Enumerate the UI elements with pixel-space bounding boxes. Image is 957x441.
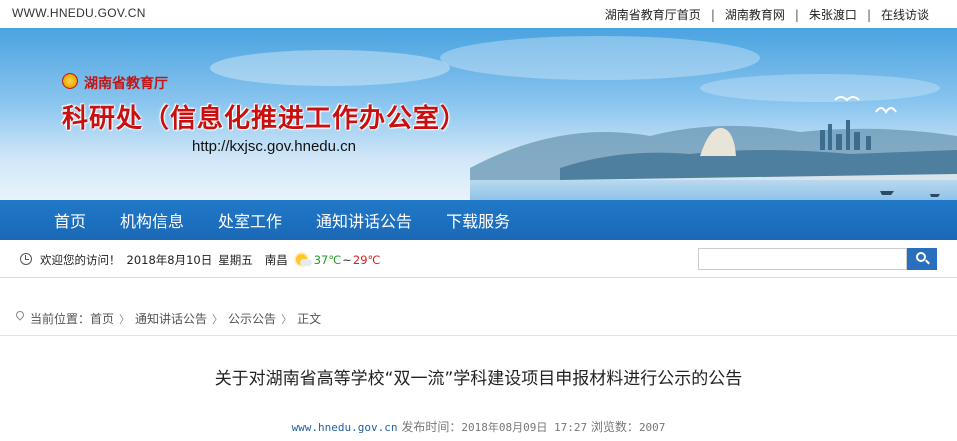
top-bar: WWW.HNEDU.GOV.CN 湖南省教育厅首页 | 湖南教育网 | 朱张渡口… [0,0,957,28]
department-name: 湖南省教育厅 [84,76,168,92]
chevron-right-icon: 〉 [119,312,131,326]
site-url: WWW.HNEDU.GOV.CN [12,6,146,20]
link-hunan-education-net[interactable]: 湖南教育网 [725,6,785,23]
article-title: 关于对湖南省高等学校“双一流”学科建设项目申报材料进行公示的公告 [214,369,743,389]
breadcrumb-notices[interactable]: 通知讲话公告 [135,310,207,327]
view-count: 2007 [638,421,666,434]
breadcrumb-current: 正文 [297,312,322,326]
top-links: 湖南省教育厅首页 | 湖南教育网 | 朱张渡口 | 在线访谈 [605,6,929,23]
views-label: 浏览数： [590,420,639,434]
separator: | [794,7,799,22]
link-education-dept-home[interactable]: 湖南省教育厅首页 [605,6,701,23]
office-title: 科研处（信息化推进工作办公室） [62,104,468,134]
sunny-cloudy-icon [294,254,312,266]
chevron-right-icon: 〉 [212,312,224,326]
location-pin-icon [14,309,26,321]
published-time: 2018年08月09日 17:27 [461,421,588,434]
separator: | [866,7,871,22]
separator: | [710,7,715,22]
breadcrumb: 当前位置： 首页 〉 通知讲话公告 〉 公示公告 〉 正文 [0,300,957,336]
article-source[interactable]: www.hnedu.gov.cn [292,421,398,434]
nav-item-downloads[interactable]: 下载服务 [446,208,510,232]
info-bar: 欢迎您的访问！ 2018年8月10日 星期五 南昌 37℃ ~ 29℃ [0,240,957,278]
article-meta: www.hnedu.gov.cn 发布时间：2018年08月09日 17:27 … [0,418,957,435]
welcome-info: 欢迎您的访问！ 2018年8月10日 星期五 南昌 37℃ ~ 29℃ [40,252,380,268]
search-input[interactable] [698,248,907,270]
weather-city: 南昌 [264,253,288,267]
nav-item-home[interactable]: 首页 [54,208,86,232]
search-icon-handle [925,259,930,265]
national-emblem-icon [62,73,78,89]
temperature-low: 37℃ [313,253,342,267]
breadcrumb-trail: 当前位置： 首页 〉 通知讲话公告 〉 公示公告 〉 正文 [30,310,321,327]
breadcrumb-prefix: 当前位置： [30,312,91,326]
nav-item-notices[interactable]: 通知讲话公告 [316,208,412,232]
office-url: http://kxjsc.gov.hnedu.cn [192,138,356,155]
temperature-high: 29℃ [352,253,381,267]
clock-icon [20,253,32,265]
welcome-text: 欢迎您的访问！ [40,253,121,267]
nav-item-organization[interactable]: 机构信息 [120,208,184,232]
breadcrumb-announcements[interactable]: 公示公告 [228,310,276,327]
breadcrumb-home[interactable]: 首页 [90,310,114,327]
chevron-right-icon: 〉 [281,312,293,326]
temperature-separator: ~ [342,253,352,267]
published-label: 发布时间： [401,420,462,434]
search-button[interactable] [907,248,937,270]
link-online-interview[interactable]: 在线访谈 [881,6,929,23]
link-zhuzhang-ferry[interactable]: 朱张渡口 [809,6,857,23]
weekday: 星期五 [218,253,253,267]
header-banner: 湖南省教育厅 科研处（信息化推进工作办公室） http://kxjsc.gov.… [0,28,957,200]
main-nav: 首页 机构信息 处室工作 通知讲话公告 下载服务 [0,200,957,240]
nav-item-office-work[interactable]: 处室工作 [218,208,282,232]
current-date: 2018年8月10日 [126,253,213,267]
